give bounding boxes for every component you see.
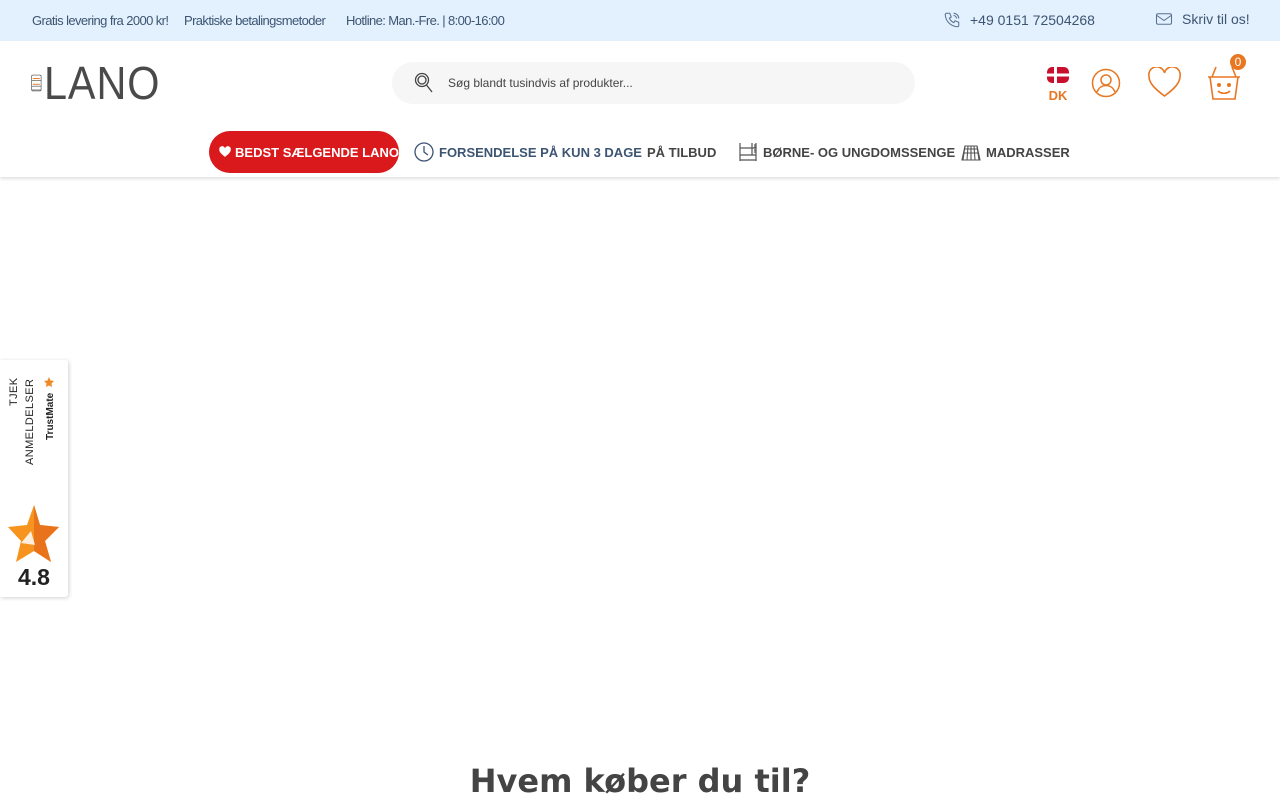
hotline-text: Hotline: Man.-Fre. | 8:00-16:00 xyxy=(346,13,505,28)
top-info-bar: Gratis levering fra 2000 kr! Praktiske b… xyxy=(0,0,1280,41)
search-input[interactable] xyxy=(448,76,888,90)
country-code: DK xyxy=(1048,88,1068,103)
heart-icon xyxy=(219,146,231,157)
search-bar[interactable] xyxy=(392,62,915,104)
nav-on-sale-label: PÅ TILBUD xyxy=(647,144,717,160)
nav-kids-beds[interactable]: BØRNE- OG UNGDOMSSENGE xyxy=(738,131,955,173)
bunk-bed-logo-icon xyxy=(31,74,42,92)
nav-on-sale[interactable]: PÅ TILBUD xyxy=(647,131,716,173)
free-delivery-link[interactable]: Gratis levering fra 2000 kr! xyxy=(32,13,169,28)
phone-number: +49 0151 72504268 xyxy=(970,12,1095,28)
who-are-you-buying-for-heading: Hvem køber du til? xyxy=(469,762,811,800)
wishlist-heart-icon[interactable] xyxy=(1147,67,1182,98)
payment-methods-link[interactable]: Praktiske betalingsmetoder xyxy=(184,13,326,28)
mattress-icon xyxy=(961,145,981,161)
nav-shipping-label: FORSENDELSE PÅ KUN 3 DAGE xyxy=(439,144,642,160)
clock-icon xyxy=(414,142,434,162)
nav-mattresses-label: MADRASSER xyxy=(986,144,1070,160)
site-header: LANO DK 0 BEDST SÆLGENDE LANO FORSENDELS… xyxy=(0,41,1280,177)
lano-logo[interactable]: LANO xyxy=(31,57,173,109)
main-navigation: BEDST SÆLGENDE LANO FORSENDELSE PÅ KUN 3… xyxy=(0,131,1280,173)
country-selector[interactable]: DK xyxy=(1046,67,1070,103)
trustmate-star-small-icon xyxy=(44,377,54,387)
write-us-link[interactable]: Skriv til os! xyxy=(1155,11,1250,27)
trustmate-widget[interactable]: TJEK ANMELDELSER TrustMate 4.8 xyxy=(0,360,68,597)
bunk-bed-icon xyxy=(739,143,757,161)
account-icon[interactable] xyxy=(1091,68,1121,98)
trustmate-score: 4.8 xyxy=(18,564,50,590)
denmark-flag-icon xyxy=(1047,67,1069,83)
trustmate-reviews-text: ANMELDELSER xyxy=(24,378,36,465)
search-icon xyxy=(414,72,433,93)
trustmate-star-icon xyxy=(8,505,59,562)
phone-icon xyxy=(944,12,960,28)
phone-link[interactable]: +49 0151 72504268 xyxy=(943,11,1095,29)
nav-kids-beds-label: BØRNE- OG UNGDOMSSENGE xyxy=(763,144,956,160)
cart-basket-icon[interactable] xyxy=(1206,65,1242,102)
trustmate-brand: TrustMate xyxy=(45,392,56,440)
nav-shipping[interactable]: FORSENDELSE PÅ KUN 3 DAGE xyxy=(414,131,642,173)
nav-best-selling[interactable]: BEDST SÆLGENDE LANO xyxy=(209,131,399,173)
cart-count-badge: 0 xyxy=(1230,54,1246,70)
trustmate-check-text: TJEK xyxy=(8,377,20,407)
logo-text: LANO xyxy=(43,57,161,109)
nav-best-selling-label: BEDST SÆLGENDE LANO xyxy=(235,144,399,160)
envelope-icon xyxy=(1155,13,1173,25)
write-us-label: Skriv til os! xyxy=(1182,11,1250,27)
nav-mattresses[interactable]: MADRASSER xyxy=(961,131,1070,173)
